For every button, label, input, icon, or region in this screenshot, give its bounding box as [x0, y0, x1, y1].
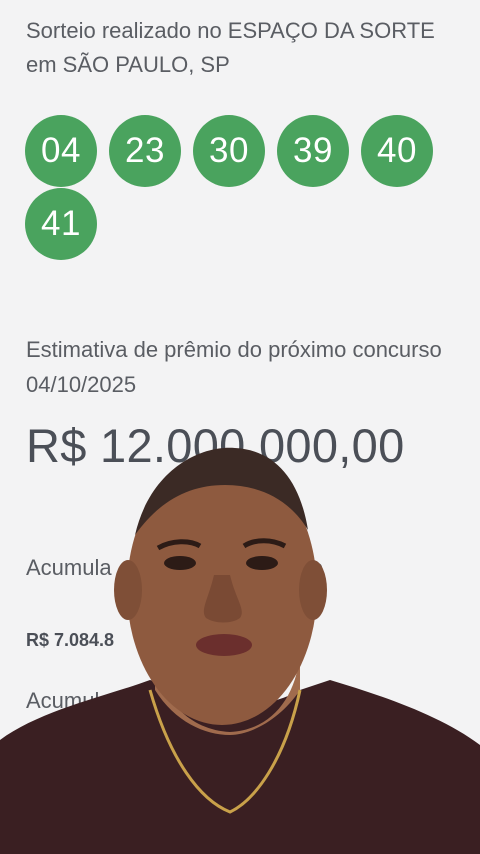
number-ball: 39 [277, 115, 349, 187]
number-ball: 23 [109, 115, 181, 187]
number-ball: 40 [361, 115, 433, 187]
number-ball: 04 [25, 115, 97, 187]
presenter-image [0, 447, 480, 854]
number-ball: 30 [193, 115, 265, 187]
lottery-result-screen: Sorteio realizado no ESPAÇO DA SORTE em … [0, 0, 480, 854]
number-ball: 41 [25, 188, 97, 260]
draw-location-text: Sorteio realizado no ESPAÇO DA SORTE em … [26, 18, 435, 77]
next-prize-label: Estimativa de prêmio do próximo concurso… [26, 337, 442, 397]
drawn-numbers: 04 23 30 39 40 41 [25, 115, 455, 260]
